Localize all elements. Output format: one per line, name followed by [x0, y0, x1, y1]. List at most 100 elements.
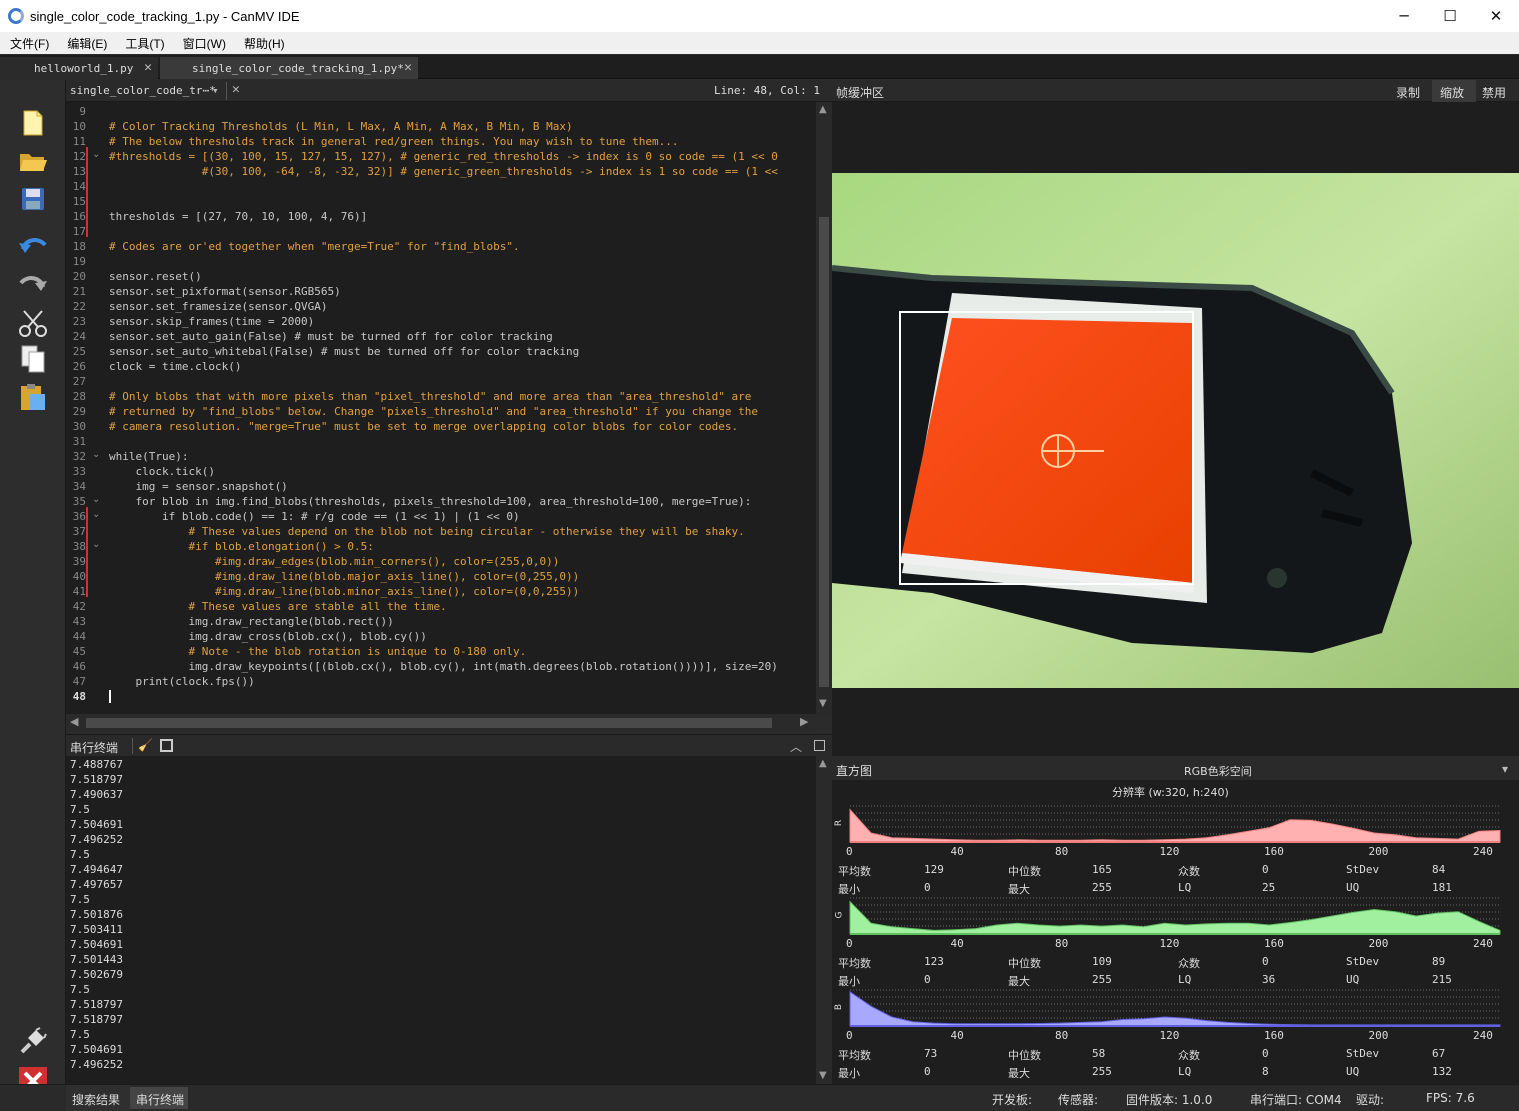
save-log-icon[interactable]: [160, 739, 173, 752]
code-line: sensor.set_framesize(sensor.QVGA): [109, 300, 328, 313]
scroll-up-icon[interactable]: ▲: [819, 104, 827, 115]
tab-close-icon[interactable]: ✕: [404, 60, 412, 75]
tick-label: 40: [950, 937, 964, 950]
copy-icon[interactable]: [16, 342, 50, 376]
minimize-button[interactable]: ─: [1381, 0, 1427, 32]
tab-close-icon[interactable]: ✕: [144, 60, 152, 75]
framebuffer-title: 帧缓冲区: [836, 86, 885, 100]
window-title: single_color_code_tracking_1.py - CanMV …: [30, 8, 300, 24]
scroll-down-icon[interactable]: ▼: [819, 698, 827, 709]
terminal-line: 7.5: [70, 848, 90, 861]
code-line: # These values depend on the blob not be…: [109, 525, 745, 538]
scroll-up-icon[interactable]: ▲: [819, 758, 827, 769]
code-area[interactable]: # Color Tracking Thresholds (L Min, L Ma…: [109, 102, 816, 714]
code-line: img.draw_keypoints([(blob.cx(), blob.cy(…: [109, 660, 778, 673]
code-line: # Color Tracking Thresholds (L Min, L Ma…: [109, 120, 573, 133]
line-number: 18: [72, 240, 86, 253]
close-document-icon[interactable]: ✕: [232, 82, 240, 97]
histogram-title: 直方图: [836, 764, 873, 778]
tick-label: 40: [950, 845, 964, 858]
fold-marker-icon[interactable]: ⌄: [92, 539, 100, 550]
scroll-right-icon[interactable]: ▶: [800, 715, 808, 728]
histogram-r-chart: [849, 805, 1501, 843]
line-number: 19: [72, 255, 86, 268]
firmware-version[interactable]: 固件版本: 1.0.0: [1126, 1091, 1212, 1108]
clear-terminal-icon[interactable]: 🧹: [138, 738, 153, 752]
serial-port[interactable]: 串行端口: COM4: [1250, 1091, 1342, 1108]
paste-icon[interactable]: [16, 380, 50, 414]
stat-label: 众数: [1178, 1049, 1200, 1062]
colorspace-select[interactable]: RGB色彩空间: [1184, 763, 1252, 779]
tab-single-color[interactable]: single_color_code_tracking_1.py* ✕: [160, 57, 418, 79]
scroll-left-icon[interactable]: ◀: [70, 715, 78, 728]
line-number: 33: [72, 465, 86, 478]
tick-label: 240: [1473, 1029, 1493, 1042]
new-file-icon[interactable]: [16, 106, 50, 140]
line-number: 32: [72, 450, 86, 463]
code-line: # returned by "find_blobs" below. Change…: [109, 405, 759, 418]
fold-marker-icon[interactable]: ⌄: [92, 509, 100, 520]
fold-marker-icon[interactable]: ⌄: [92, 494, 100, 505]
menu-file[interactable]: 文件(F): [0, 35, 57, 52]
tick-label: 120: [1159, 845, 1180, 858]
save-icon[interactable]: [16, 182, 50, 216]
line-number: 13: [72, 165, 86, 178]
app-icon: [8, 8, 24, 24]
stat-label: UQ: [1346, 1065, 1360, 1078]
chevron-up-icon[interactable]: ︿: [790, 738, 802, 755]
disable-button[interactable]: 禁用: [1482, 84, 1506, 101]
record-button[interactable]: 录制: [1396, 84, 1420, 101]
line-number: 20: [72, 270, 86, 283]
change-marker: [86, 147, 88, 237]
tab-label: helloworld_1.py: [34, 61, 134, 75]
scroll-thumb[interactable]: [819, 217, 829, 687]
stat-label: 平均数: [838, 865, 871, 878]
line-number: 27: [72, 375, 86, 388]
code-editor[interactable]: 9 10 11 12 13 14 15 16 17 18 19 20 21 22 23 24 25 26 27 28 2…: [66, 102, 816, 714]
cut-icon[interactable]: [16, 306, 50, 340]
tab-search-results[interactable]: 搜索结果: [72, 1091, 120, 1108]
terminal-scrollbar[interactable]: ▲ ▼: [816, 756, 832, 1084]
menu-tools[interactable]: 工具(T): [115, 35, 172, 52]
menu-window[interactable]: 窗口(W): [173, 35, 234, 52]
code-line: #img.draw_line(blob.major_axis_line(), c…: [109, 570, 580, 583]
line-number: 35: [72, 495, 86, 508]
terminal-line: 7.5: [70, 893, 90, 906]
open-folder-icon[interactable]: [16, 144, 50, 178]
code-line: sensor.set_auto_gain(False) # must be tu…: [109, 330, 553, 343]
stat-value: 109: [1092, 955, 1112, 968]
close-window-button[interactable]: ✕: [1473, 0, 1519, 32]
terminal-line: 7.5: [70, 1028, 90, 1041]
connect-icon[interactable]: [16, 1024, 50, 1058]
tab-serial-terminal[interactable]: 串行终端: [136, 1091, 184, 1108]
terminal-line: 7.496252: [70, 833, 123, 846]
zoom-button[interactable]: 缩放: [1440, 84, 1464, 101]
maximize-button[interactable]: ☐: [1427, 0, 1473, 32]
document-selector[interactable]: single_color_code_tr⋯*: [70, 84, 216, 97]
redo-icon[interactable]: [16, 266, 50, 300]
tab-helloworld[interactable]: helloworld_1.py ✕: [0, 57, 158, 79]
stat-label: StDev: [1346, 1047, 1380, 1060]
menu-edit[interactable]: 编辑(E): [57, 35, 115, 52]
editor-horizontal-scrollbar[interactable]: ◀ ▶: [66, 714, 816, 732]
editor-vertical-scrollbar[interactable]: ▲ ▼: [816, 102, 832, 714]
fold-marker-icon[interactable]: ⌄: [92, 449, 100, 460]
scroll-thumb[interactable]: [86, 718, 772, 728]
scroll-down-icon[interactable]: ▼: [819, 1070, 827, 1081]
line-number: 39: [72, 555, 86, 568]
dropdown-arrow-icon[interactable]: ▾: [212, 84, 219, 97]
line-number: 10: [72, 120, 86, 133]
serial-terminal[interactable]: 7.488767 7.518797 7.490637 7.5 7.504691 7.496…: [66, 756, 816, 1084]
terminal-line: 7.502679: [70, 968, 123, 981]
sensor-status: 传感器:: [1058, 1093, 1099, 1107]
fold-marker-icon[interactable]: ⌄: [92, 149, 100, 160]
menu-help[interactable]: 帮助(H): [234, 35, 293, 52]
undo-icon[interactable]: [16, 228, 50, 262]
chevron-down-icon[interactable]: ▾: [1502, 762, 1508, 776]
maximize-panel-icon[interactable]: [814, 740, 825, 751]
line-number: 41: [72, 585, 86, 598]
status-bar: 搜索结果 串行终端 开发板: 传感器: 固件版本: 1.0.0 串行端口: CO…: [0, 1084, 1519, 1111]
code-line: img.draw_cross(blob.cx(), blob.cy()): [109, 630, 427, 643]
stat-label: 众数: [1178, 957, 1200, 970]
stat-label: 中位数: [1008, 957, 1041, 970]
